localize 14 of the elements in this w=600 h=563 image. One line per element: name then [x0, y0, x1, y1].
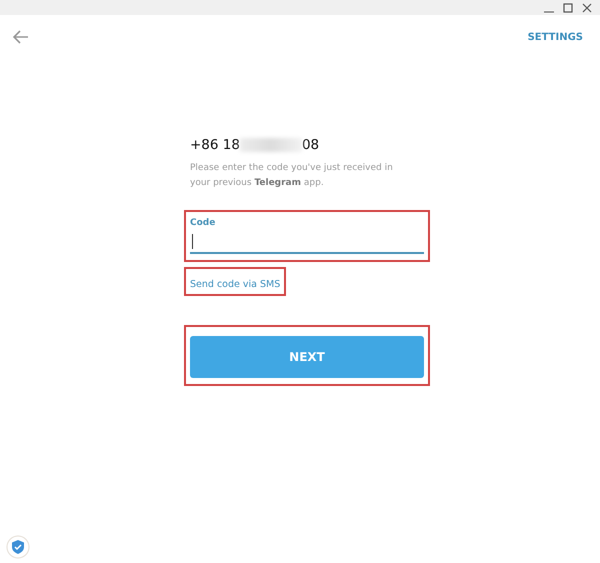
phone-number: 08 [302, 137, 320, 153]
close-icon[interactable] [582, 2, 592, 12]
instruction-text: Please enter the code you've just received in your previous Telegram app. [190, 162, 394, 190]
back-arrow-icon[interactable] [13, 30, 29, 44]
blurred-digits [240, 138, 302, 152]
maximize-icon[interactable] [563, 2, 573, 12]
settings-link[interactable]: SETTINGS [528, 32, 583, 42]
field-label: Code [190, 218, 216, 228]
next-button[interactable]: NEXT [190, 336, 424, 378]
code-field[interactable]: Code [190, 216, 424, 254]
text-cursor [192, 234, 193, 249]
shield-icon[interactable] [6, 535, 30, 559]
phone-number: +86 18 [190, 137, 240, 153]
send-sms-link[interactable]: Send code via SMS [190, 279, 280, 290]
